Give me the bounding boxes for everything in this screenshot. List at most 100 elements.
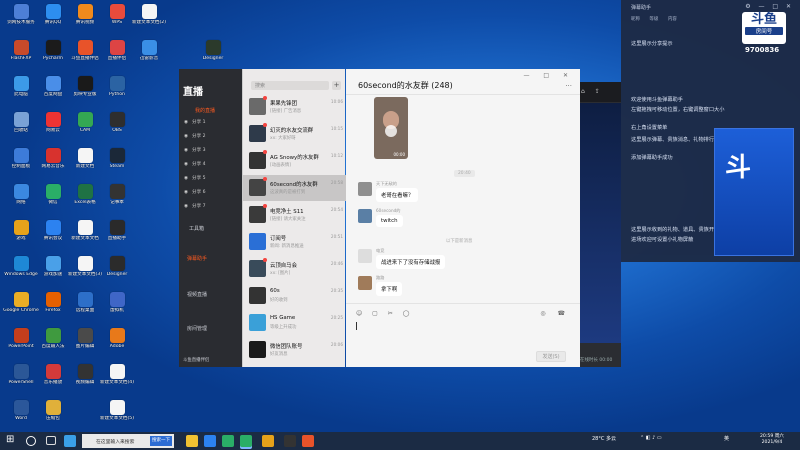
obs-icon[interactable] — [284, 435, 296, 447]
desktop-icon[interactable]: 迅雷影音 — [132, 38, 166, 74]
desktop-icon[interactable]: 百度输入法 — [36, 326, 70, 362]
desktop-icon[interactable]: 控制面板 — [4, 146, 38, 182]
chat-list-item[interactable]: HS Game 20:25 等级上升成功 — [243, 310, 346, 336]
eye-icon[interactable]: ◉ — [184, 204, 188, 209]
desktop-icon[interactable]: FlashFXP — [4, 38, 38, 74]
desktop-icon[interactable]: Firefox — [36, 290, 70, 326]
desktop-icon[interactable]: 网络 — [4, 182, 38, 218]
wechat-chat-list[interactable]: 搜索 + 果果先锋团 10:06 [链接] 广告消息 幻灭的水友交流群 10:15 xx:… — [242, 69, 346, 367]
send-button[interactable]: 发送(S) — [536, 351, 566, 362]
desktop-icon[interactable]: CAM — [68, 110, 102, 146]
input-toolbar[interactable]: ☺ ▢ ✂ ◯ — [356, 310, 413, 317]
add-button[interactable]: + — [332, 81, 341, 90]
desktop-icon[interactable]: 回收站 — [4, 110, 38, 146]
desktop-icon[interactable]: 视频编辑 — [68, 362, 102, 398]
desktop-icon[interactable]: 百度网盘 — [36, 74, 70, 110]
desktop-icon[interactable]: 剪映专业版 — [68, 74, 102, 110]
scene-row[interactable]: ◉ 分享 4 — [184, 161, 234, 172]
weather[interactable]: 28°C 多云 — [592, 435, 616, 442]
avatar[interactable] — [358, 209, 372, 223]
search-input[interactable]: 搜索 — [251, 81, 329, 90]
desktop-icon[interactable]: Windows Edge — [4, 254, 38, 290]
desktop-icon[interactable]: 虚拟机 — [100, 290, 134, 326]
task-view-icon[interactable] — [46, 436, 56, 445]
desktop-icon[interactable]: 新建文本文档(3) — [68, 254, 102, 290]
desktop-icon[interactable]: 剑网技术服务 — [4, 2, 38, 38]
desktop-icon[interactable]: 网易云音乐 — [36, 146, 70, 182]
chat-list-item[interactable]: 60s 20:35 好的收到 — [243, 283, 346, 309]
tray-icons[interactable]: ⌃ ◧ ♪ ▭ — [640, 435, 662, 441]
desktop-icon[interactable]: 音乐播放 — [36, 362, 70, 398]
start-button[interactable]: ⊞ — [6, 434, 18, 446]
desktop-icon[interactable]: 记事本 — [100, 182, 134, 218]
avatar[interactable] — [358, 182, 372, 196]
desktop-icon[interactable]: PowerShell — [4, 362, 38, 398]
wechat-chat-panel[interactable]: 60second的水友群 (248) — □ ✕ ··· 00:00 20:40… — [346, 69, 580, 367]
desktop-icon[interactable]: 新建文本文档(5) — [100, 398, 134, 434]
taskbar-search[interactable]: 在这里输入来搜索 搜索一下 — [82, 434, 174, 448]
window-controls[interactable]: ⚙ — □ ✕ — [745, 3, 794, 10]
chat-list-item[interactable]: 电竞净土 S11 20:54 [链接] 请大家关注 — [243, 202, 346, 228]
message-bubble[interactable]: 老哥在看嘛？ — [376, 188, 419, 202]
message-bubble[interactable]: 战进来下了没有存储战报 — [376, 255, 446, 269]
folder-icon[interactable] — [186, 435, 198, 447]
eye-icon[interactable]: ◉ — [184, 176, 188, 181]
chat-list-item[interactable]: 幻灭的水友交流群 10:15 xx: 大家好呀 — [243, 121, 346, 147]
desktop-icon[interactable]: 新建文本文档 — [68, 218, 102, 254]
desktop-icon[interactable]: Steam — [100, 146, 134, 182]
desktop-icon[interactable]: OBS — [100, 110, 134, 146]
wechat-active-icon[interactable] — [240, 435, 252, 447]
desktop-icon[interactable]: 压缩包 — [36, 398, 70, 434]
desktop-icon[interactable]: 远程桌面 — [68, 290, 102, 326]
game-icon[interactable] — [262, 435, 274, 447]
eye-icon[interactable]: ◉ — [184, 190, 188, 195]
eye-icon[interactable]: ◉ — [184, 148, 188, 153]
ime-indicator[interactable]: 英 — [724, 435, 729, 442]
avatar[interactable] — [358, 249, 372, 263]
desktop-icon[interactable]: 腾讯会议 — [36, 218, 70, 254]
desktop-icon[interactable]: Designer — [100, 254, 134, 290]
desktop-icon[interactable]: 游戏 — [4, 218, 38, 254]
desktop-icon[interactable]: 直播伴侣 — [100, 38, 134, 74]
desktop-icon[interactable]: Word — [4, 398, 38, 434]
message-bubble[interactable]: twitch — [376, 215, 403, 227]
desktop-icon[interactable]: 腾讯QQ — [36, 2, 70, 38]
wechat-icon[interactable] — [222, 435, 234, 447]
video-message[interactable]: 00:00 — [374, 97, 408, 159]
chat-list-item[interactable]: 果果先锋团 10:06 [链接] 广告消息 — [243, 94, 346, 120]
desktop-icon[interactable]: Excel表格 — [68, 182, 102, 218]
eye-icon[interactable]: ◉ — [184, 134, 188, 139]
clock[interactable]: 20:59 周六 2021/9/4 — [760, 434, 784, 446]
cortana-icon[interactable] — [26, 436, 36, 446]
eye-icon[interactable]: ◉ — [184, 120, 188, 125]
desktop-icon[interactable]: Pycharm — [36, 38, 70, 74]
douyu-client-sidebar[interactable]: 直播 我的直播 ◉ 分享 1 ◉ 分享 2 ◉ 分享 3 ◉ 分享 4 ◉ 分享 5 ◉ 分享 6 ◉ 分… — [179, 69, 243, 367]
call-toolbar[interactable]: ◎ ☎ — [540, 310, 570, 317]
chat-list-item[interactable]: 云顶自马会 20:46 xx: [图片] — [243, 256, 346, 282]
chat-list-item[interactable]: 60second的水友群 20:58 这波真的是被打到 — [243, 175, 346, 201]
avatar[interactable] — [358, 276, 372, 290]
chat-list-item[interactable]: AG Snowy的水友群 10:12 [动画表情] — [243, 148, 346, 174]
desktop-icon[interactable]: 此电脑 — [4, 74, 38, 110]
desktop-icon[interactable]: 图片编辑 — [68, 326, 102, 362]
scene-row[interactable]: ◉ 分享 5 — [184, 175, 234, 186]
douyu-client-window[interactable]: ⌂ ⇪ 在线时长 00:00 — [577, 82, 621, 367]
desktop-icon[interactable]: 新建文档 — [68, 146, 102, 182]
scene-row[interactable]: ◉ 分享 7 — [184, 203, 234, 214]
message-bubble[interactable]: 拿下啊 — [376, 282, 403, 296]
desktop-icon[interactable]: WPS — [100, 2, 134, 38]
desktop-icon[interactable]: 游戏加速 — [36, 254, 70, 290]
douyu-icon[interactable] — [302, 435, 314, 447]
desktop-icon[interactable]: 网易云 — [36, 110, 70, 146]
more-icon[interactable]: ··· — [565, 82, 572, 90]
window-controls[interactable]: — □ ✕ — [523, 72, 574, 79]
desktop-icon[interactable]: Google Chrome — [3, 290, 39, 326]
desktop-icon[interactable]: 微信 — [36, 182, 70, 218]
search-button[interactable]: 搜索一下 — [150, 436, 172, 446]
desktop-icon[interactable]: 腾讯视频 — [68, 2, 102, 38]
message-input-area[interactable]: ☺ ▢ ✂ ◯ ◎ ☎ 发送(S) — [346, 303, 580, 367]
chat-list-item[interactable]: 微信团队账号 20:06 好友消息 — [243, 337, 346, 363]
desktop-icon[interactable]: 新建文本文档(2) — [132, 2, 166, 38]
desktop-icon[interactable]: PowerPoint — [4, 326, 38, 362]
chat-list-item[interactable]: 订阅号 20:51 新闻: 新消息推送 — [243, 229, 346, 255]
